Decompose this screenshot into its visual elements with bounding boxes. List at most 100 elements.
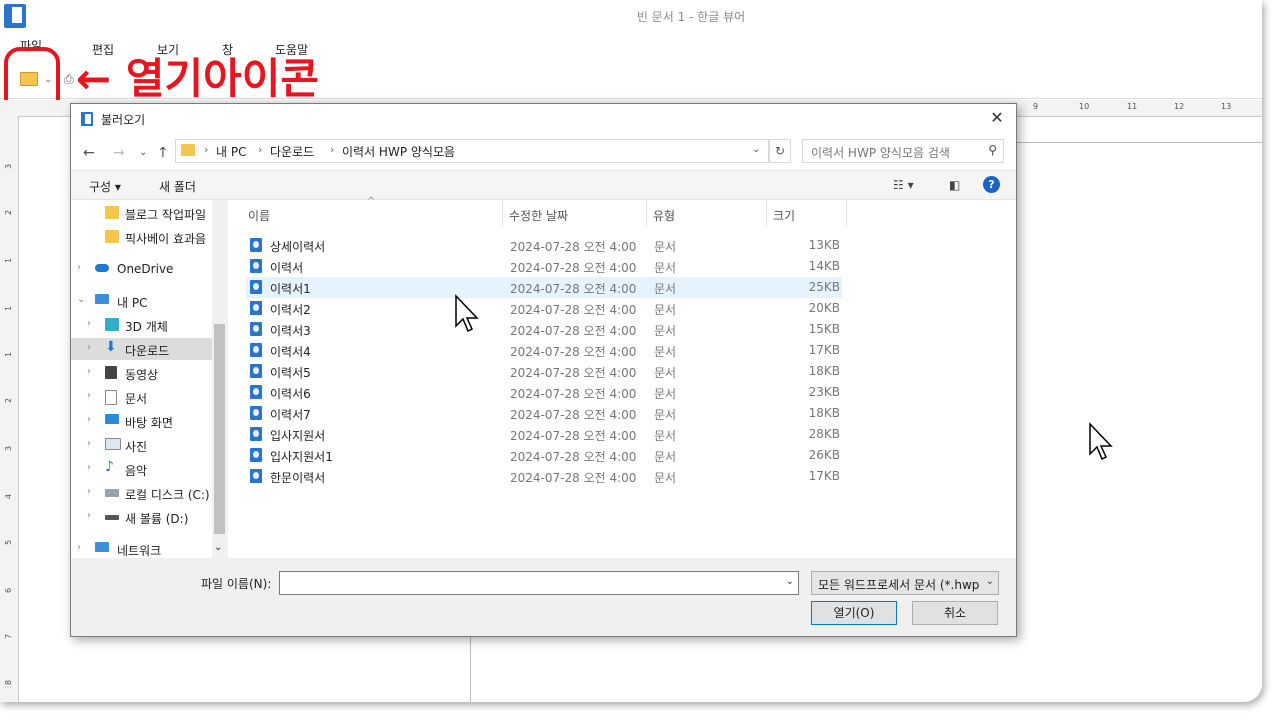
chevron-down-icon[interactable]: ⌄	[786, 576, 794, 587]
file-name: 입사지원서1	[270, 450, 333, 464]
hwp-file-icon	[250, 385, 262, 399]
nav-item-label: 네트워크	[117, 544, 162, 558]
chevron-down-icon[interactable]: ⌄	[752, 144, 760, 155]
file-row[interactable]: 이력서7 2024-07-28 오전 4:00 문서 18KB	[246, 403, 842, 424]
hwp-file-icon	[250, 448, 262, 462]
nav-scrollbar[interactable]: ⌄	[212, 200, 227, 558]
drive-icon	[105, 489, 119, 497]
hwp-file-icon	[250, 280, 262, 294]
file-row[interactable]: 상세이력서 2024-07-28 오전 4:00 문서 13KB	[246, 235, 842, 256]
address-bar[interactable]: › 내 PC › 다운로드 › 이력서 HWP 양식모음 ⌄	[175, 139, 769, 163]
file-date: 2024-07-28 오전 4:00	[510, 471, 637, 485]
chevron-right-icon[interactable]: ›	[87, 318, 91, 329]
column-divider[interactable]	[502, 200, 503, 226]
file-row[interactable]: 입사지원서 2024-07-28 오전 4:00 문서 28KB	[246, 424, 842, 445]
nav-item-network[interactable]: › 네트워크	[71, 538, 212, 558]
chevron-right-icon[interactable]: ›	[87, 390, 91, 401]
chevron-right-icon[interactable]: ›	[87, 414, 91, 425]
column-divider[interactable]	[846, 200, 847, 226]
file-row[interactable]: 이력서4 2024-07-28 오전 4:00 문서 17KB	[246, 340, 842, 361]
file-row[interactable]: 이력서3 2024-07-28 오전 4:00 문서 15KB	[246, 319, 842, 340]
ruler-tick: 9	[1033, 102, 1039, 111]
file-date: 2024-07-28 오전 4:00	[510, 366, 637, 380]
view-options-icon[interactable]: ☷ ▾	[893, 178, 914, 192]
column-header-size[interactable]: 크기	[773, 207, 795, 224]
file-type: 문서	[654, 471, 677, 485]
ruler-tick: 3	[4, 445, 14, 452]
search-placeholder: 이력서 HWP 양식모음 검색	[811, 146, 950, 160]
filetype-select[interactable]: 모든 워드프로세서 문서 (*.hwp ⌄	[811, 571, 999, 595]
new-folder-button[interactable]: 새 폴더	[159, 178, 196, 195]
chevron-right-icon[interactable]: ›	[77, 542, 81, 553]
file-size: 17KB	[808, 469, 840, 483]
open-file-dialog: 불러오기 ✕ ← → ⌄ ↑ › 내 PC › 다운로드 › 이력서 HWP 양…	[70, 103, 1017, 637]
nav-item-desktop[interactable]: › 바탕 화면	[71, 410, 212, 432]
chevron-right-icon[interactable]: ›	[87, 342, 91, 353]
file-row[interactable]: 이력서1 2024-07-28 오전 4:00 문서 25KB	[246, 277, 842, 298]
refresh-icon[interactable]: ↻	[769, 139, 791, 163]
chevron-down-icon[interactable]: ⌄	[77, 294, 85, 305]
file-name: 한문이력서	[270, 471, 326, 485]
filename-input[interactable]: ⌄	[279, 571, 799, 595]
chevron-right-icon[interactable]: ›	[87, 486, 91, 497]
chevron-right-icon[interactable]: ›	[87, 438, 91, 449]
column-header-name[interactable]: 이름	[248, 207, 270, 224]
file-type: 문서	[654, 408, 677, 422]
chevron-down-icon[interactable]: ⌄	[985, 576, 994, 587]
document-icon	[105, 390, 117, 405]
nav-item-pixabay-folder[interactable]: 픽사베이 효과음	[71, 226, 212, 248]
chevron-right-icon[interactable]: ›	[87, 462, 91, 473]
nav-item-volume-d[interactable]: › 새 볼륨 (D:)	[71, 506, 212, 528]
nav-item-my-pc[interactable]: ⌄ 내 PC	[71, 290, 212, 312]
nav-item-3d-objects[interactable]: › 3D 개체	[71, 314, 212, 336]
mouse-pointer-icon	[1089, 422, 1113, 461]
file-type: 문서	[654, 261, 677, 275]
breadcrumb-current-folder[interactable]: 이력서 HWP 양식모음	[342, 143, 455, 160]
ruler-tick: 1	[4, 305, 14, 312]
breadcrumb-downloads[interactable]: 다운로드	[270, 143, 314, 160]
pictures-icon	[105, 438, 121, 450]
column-divider[interactable]	[646, 200, 647, 226]
breadcrumb-my-pc[interactable]: 내 PC	[216, 143, 246, 160]
up-arrow-icon[interactable]: ↑	[157, 145, 169, 161]
file-row[interactable]: 입사지원서1 2024-07-28 오전 4:00 문서 26KB	[246, 445, 842, 466]
help-icon[interactable]: ?	[983, 176, 1000, 193]
nav-item-pictures[interactable]: › 사진	[71, 434, 212, 456]
nav-item-onedrive[interactable]: › OneDrive	[71, 258, 212, 280]
nav-item-downloads[interactable]: › ⬇ 다운로드	[71, 338, 212, 360]
forward-arrow-icon[interactable]: →	[113, 145, 125, 161]
scrollbar-thumb[interactable]	[214, 324, 225, 534]
chevron-right-icon[interactable]: ›	[87, 510, 91, 521]
file-type: 문서	[654, 429, 677, 443]
file-row[interactable]: 이력서5 2024-07-28 오전 4:00 문서 18KB	[246, 361, 842, 382]
nav-item-documents[interactable]: › 문서	[71, 386, 212, 408]
print-icon[interactable]: ⎙	[64, 72, 74, 87]
chevron-right-icon: ›	[330, 143, 335, 156]
column-header-type[interactable]: 유형	[653, 207, 675, 224]
pc-icon	[95, 294, 109, 304]
organize-button[interactable]: 구성 ▾	[89, 178, 121, 195]
column-header-date[interactable]: 수정한 날짜	[509, 207, 568, 224]
file-date: 2024-07-28 오전 4:00	[510, 387, 637, 401]
open-button[interactable]: 열기(O)	[811, 601, 897, 625]
nav-item-videos[interactable]: › 동영상	[71, 362, 212, 384]
scroll-down-icon[interactable]: ⌄	[214, 542, 222, 553]
back-arrow-icon[interactable]: ←	[83, 145, 95, 161]
close-icon[interactable]: ✕	[986, 108, 1008, 127]
nav-item-local-disk-c[interactable]: › 로컬 디스크 (C:)	[71, 482, 212, 504]
file-row[interactable]: 이력서2 2024-07-28 오전 4:00 문서 20KB	[246, 298, 842, 319]
file-row[interactable]: 이력서 2024-07-28 오전 4:00 문서 14KB	[246, 256, 842, 277]
chevron-right-icon[interactable]: ›	[77, 262, 81, 273]
nav-item-music[interactable]: › ♪ 음악	[71, 458, 212, 480]
ruler-tick: 1	[4, 351, 14, 358]
file-size: 26KB	[808, 448, 840, 462]
column-divider[interactable]	[766, 200, 767, 226]
file-row[interactable]: 한문이력서 2024-07-28 오전 4:00 문서 17KB	[246, 466, 842, 487]
preview-pane-icon[interactable]: ◧	[949, 178, 960, 192]
recent-locations-icon[interactable]: ⌄	[139, 147, 147, 158]
file-row[interactable]: 이력서6 2024-07-28 오전 4:00 문서 23KB	[246, 382, 842, 403]
search-input[interactable]: 이력서 HWP 양식모음 검색 ⚲	[802, 139, 1004, 163]
chevron-right-icon[interactable]: ›	[87, 366, 91, 377]
nav-item-blog-folder[interactable]: 블로그 작업파일	[71, 202, 212, 224]
cancel-button[interactable]: 취소	[912, 601, 998, 625]
